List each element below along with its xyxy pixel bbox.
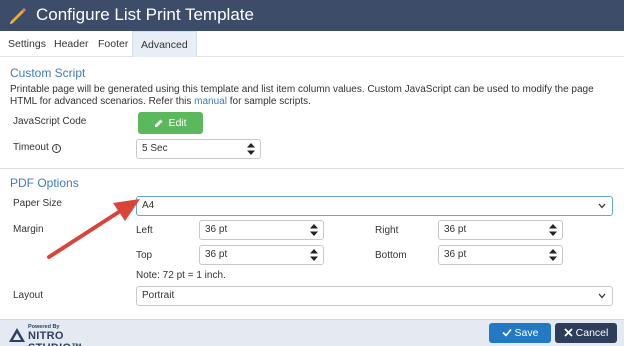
left-margin-input[interactable]: 36 pt bbox=[199, 220, 324, 240]
paper-size-select[interactable]: A4 bbox=[136, 196, 613, 216]
cancel-button[interactable]: Cancel bbox=[555, 323, 617, 343]
layout-select[interactable]: Portrait bbox=[136, 286, 613, 306]
title-bar: Configure List Print Template bbox=[0, 0, 624, 31]
divider bbox=[0, 168, 624, 169]
javascript-code-label: JavaScript Code bbox=[13, 116, 87, 127]
close-icon bbox=[564, 328, 573, 337]
manual-link[interactable]: manual bbox=[194, 96, 227, 107]
bottom-margin-label: Bottom bbox=[375, 250, 407, 261]
spinner-arrows-icon bbox=[247, 143, 255, 155]
custom-script-heading: Custom Script bbox=[10, 66, 86, 80]
top-margin-input[interactable]: 36 pt bbox=[199, 245, 324, 265]
tab-bar: Settings Header Footer Advanced bbox=[0, 31, 624, 57]
left-margin-value: 36 pt bbox=[205, 224, 228, 235]
save-button-label: Save bbox=[514, 327, 539, 339]
chevron-down-icon bbox=[598, 293, 606, 299]
description-end-text: for sample scripts. bbox=[226, 96, 311, 107]
save-button[interactable]: Save bbox=[489, 323, 551, 343]
timeout-value: 5 Sec bbox=[142, 143, 168, 154]
tab-header[interactable]: Header bbox=[46, 31, 96, 57]
bottom-margin-value: 36 pt bbox=[444, 249, 467, 260]
bottom-margin-input[interactable]: 36 pt bbox=[438, 245, 563, 265]
spinner-arrows-icon bbox=[549, 249, 557, 261]
red-arrow-icon bbox=[47, 199, 140, 259]
nitro-studio-brand: Powered By NITRO STUDIO™ bbox=[8, 324, 118, 346]
pencil-icon bbox=[10, 8, 26, 24]
chevron-down-icon bbox=[598, 203, 606, 209]
check-icon bbox=[501, 328, 512, 337]
timeout-label: Timeout i bbox=[13, 142, 61, 153]
timeout-select[interactable]: 5 Sec bbox=[136, 139, 261, 159]
spinner-arrows-icon bbox=[310, 224, 318, 236]
info-icon[interactable]: i bbox=[51, 144, 61, 153]
margin-note: Note: 72 pt = 1 inch. bbox=[136, 270, 226, 281]
edit-script-button[interactable]: Edit bbox=[138, 112, 203, 134]
custom-script-description: Printable page will be generated using t… bbox=[10, 84, 618, 108]
top-margin-value: 36 pt bbox=[205, 249, 228, 260]
right-margin-value: 36 pt bbox=[444, 224, 467, 235]
tab-advanced[interactable]: Advanced bbox=[132, 31, 197, 57]
right-margin-input[interactable]: 36 pt bbox=[438, 220, 563, 240]
edit-button-label: Edit bbox=[168, 117, 187, 129]
window-title: Configure List Print Template bbox=[36, 5, 254, 24]
pencil-icon bbox=[155, 119, 163, 127]
layout-value: Portrait bbox=[142, 290, 175, 301]
brand-name: NITRO STUDIO™ bbox=[28, 330, 82, 346]
spinner-arrows-icon bbox=[549, 224, 557, 236]
layout-label: Layout bbox=[13, 290, 44, 301]
right-margin-label: Right bbox=[375, 225, 399, 236]
timeout-label-text: Timeout bbox=[13, 142, 49, 153]
tab-footer[interactable]: Footer bbox=[90, 31, 136, 57]
spinner-arrows-icon bbox=[310, 249, 318, 261]
cancel-button-label: Cancel bbox=[575, 327, 609, 339]
margin-label: Margin bbox=[13, 224, 44, 235]
nitro-logo-icon bbox=[9, 328, 25, 342]
pdf-options-heading: PDF Options bbox=[10, 176, 79, 190]
